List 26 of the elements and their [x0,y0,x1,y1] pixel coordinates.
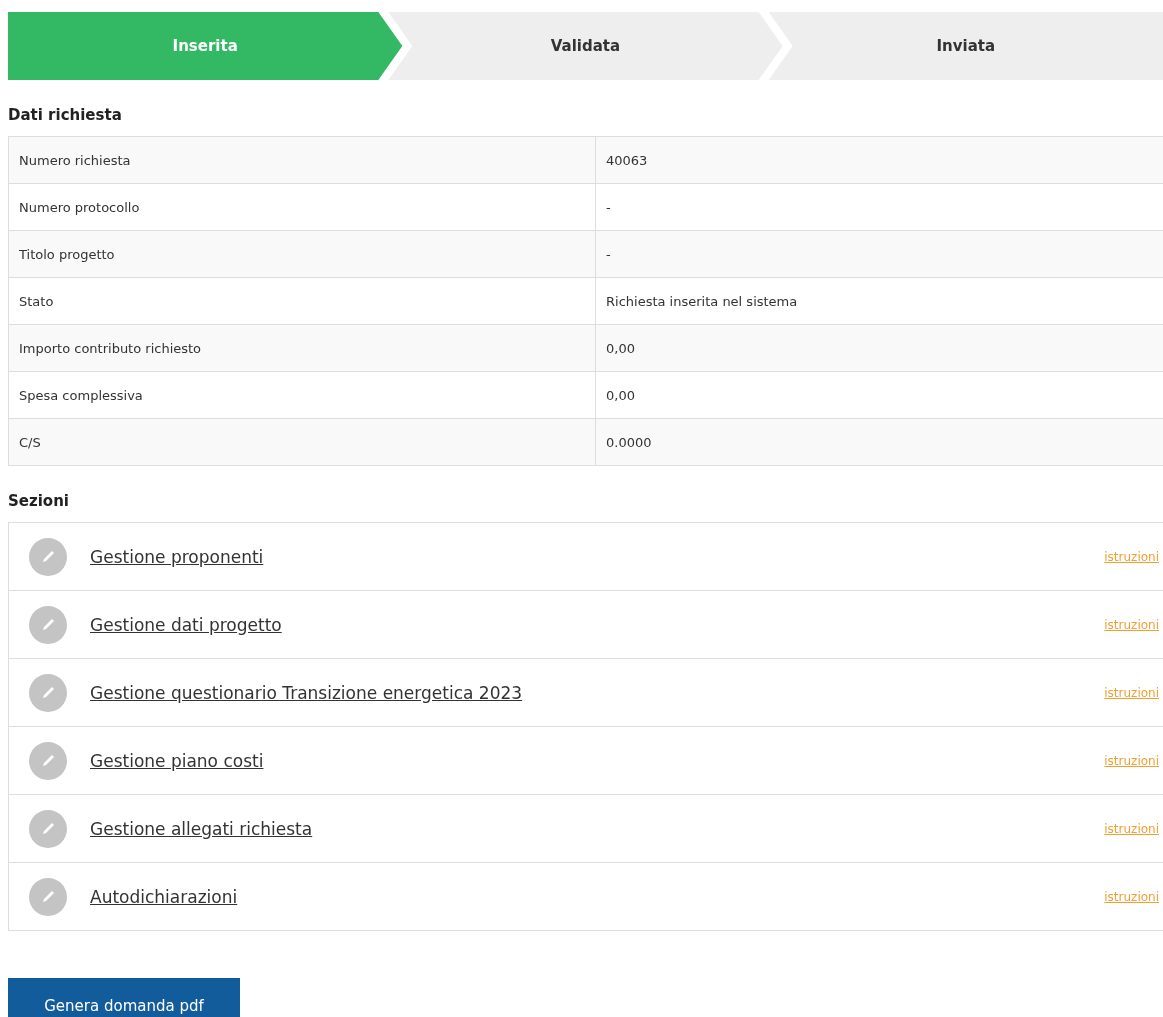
pencil-icon [29,673,67,712]
section-link[interactable]: Gestione questionario Transizione energetica 2023 [90,682,1105,703]
section-link[interactable]: Autodichiarazioni [90,886,1105,907]
pencil-icon [29,537,67,576]
section-link[interactable]: Gestione proponenti [90,546,1105,567]
table-cell: 0.0000 [595,418,1163,466]
table-cell: 0,00 [595,324,1163,372]
table-cell: Importo contributo richiesto [8,324,596,372]
table-cell: C/S [8,418,596,466]
progress-step: Inviata [768,12,1163,80]
table-cell: Numero richiesta [8,136,596,184]
table-cell: - [595,230,1163,278]
pencil-icon [29,809,67,848]
pencil-icon [29,741,67,780]
generate-pdf-button[interactable]: Genera domanda pdf [8,978,240,1017]
section-link[interactable]: Gestione allegati richiesta [90,818,1105,839]
pencil-icon [29,877,67,916]
section-link[interactable]: Gestione piano costi [90,750,1105,771]
table-cell: 40063 [595,136,1163,184]
table-cell: Titolo progetto [8,230,596,278]
progress-step: Validata [388,12,783,80]
section-link[interactable]: Gestione dati progetto [90,614,1105,635]
progress-step: Inserita [8,12,403,80]
section-heading: Dati richiesta [8,105,123,126]
pencil-icon [29,605,67,644]
section-heading: Sezioni [8,491,70,512]
